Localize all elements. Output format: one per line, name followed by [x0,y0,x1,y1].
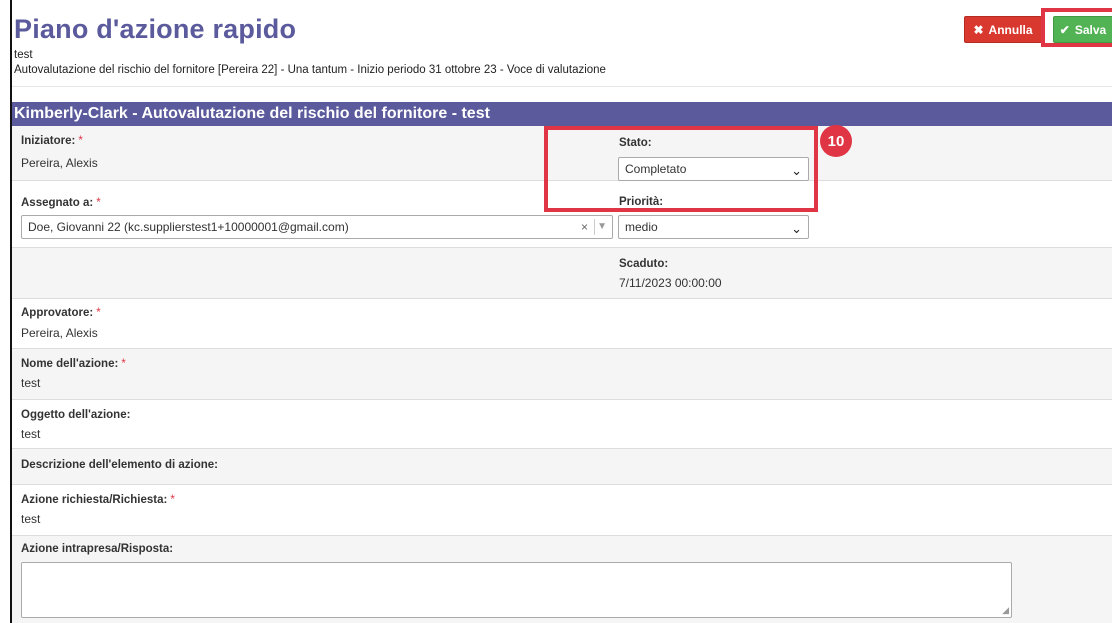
dropdown-arrow-icon[interactable]: ▼ [597,216,607,238]
due-label: Scaduto: [619,258,669,270]
action-subject-value: test [21,427,41,441]
action-description-label: Descrizione dell'elemento di azione: [21,459,219,471]
action-name-label: Nome dell'azione: * [21,358,126,370]
form-row-action-subject [12,400,1112,449]
breadcrumb: Autovalutazione del rischio del fornitor… [14,64,606,76]
step-badge: 10 [820,125,852,157]
resize-handle-icon[interactable]: ◢ [1002,605,1009,616]
action-taken-label: Azione intrapresa/Risposta: [21,543,174,555]
page-title: Piano d'azione rapido [14,14,297,44]
action-name-value: test [21,376,41,390]
priority-select[interactable]: medio ⌄ [618,215,809,239]
approver-label: Approvatore: * [21,307,101,319]
assigned-combobox[interactable]: Doe, Giovanni 22 (kc.supplierstest1+1000… [21,215,613,239]
action-taken-textarea[interactable]: ◢ [21,562,1012,618]
divider [12,86,1112,87]
chevron-down-icon: ⌄ [791,221,802,236]
action-requested-label: Azione richiesta/Richiesta: * [21,494,175,506]
form-row-action-name [12,349,1112,400]
page-subtitle: test [14,49,33,61]
form-row-approver [12,299,1112,349]
form-row-action-requested [12,485,1112,536]
initiator-value: Pereira, Alexis [21,156,98,170]
section-header: Kimberly-Clark - Autovalutazione del ris… [12,102,1112,126]
due-value: 7/11/2023 00:00:00 [619,276,722,290]
status-highlight-box [544,126,818,212]
main-frame: Piano d'azione rapido test Autovalutazio… [10,0,1112,623]
clear-icon[interactable]: × [581,216,588,238]
action-subject-label: Oggetto dell'azione: [21,409,131,421]
form-row-due [12,248,1112,299]
cancel-button[interactable]: ✖ Annulla [964,16,1042,43]
priority-selected-value: medio [625,220,658,234]
initiator-label: Iniziatore: * [21,135,83,147]
cancel-button-label: Annulla [988,22,1033,37]
combobox-separator [594,219,595,235]
assigned-label: Assegnato a: * [21,197,101,209]
close-icon: ✖ [973,22,984,37]
save-highlight-box [1041,8,1112,47]
action-requested-value: test [21,512,41,526]
assigned-value: Doe, Giovanni 22 (kc.supplierstest1+1000… [28,220,349,234]
approver-value: Pereira, Alexis [21,326,98,340]
